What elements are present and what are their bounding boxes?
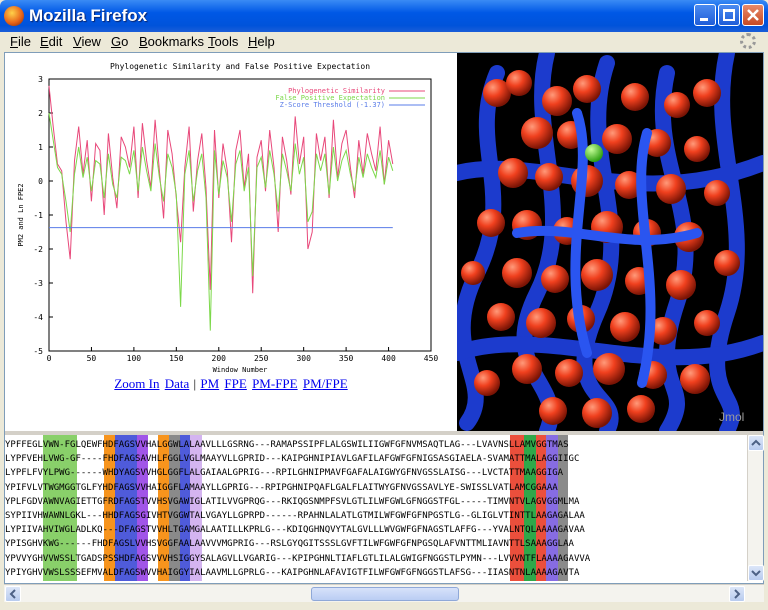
y-tick-label: -5 <box>33 347 43 356</box>
chart-title: Phylogenetic Similarity and False Positi… <box>110 62 370 71</box>
chevron-right-icon <box>734 589 741 599</box>
menu-bar: File Edit View Go Bookmarks Tools Help <box>4 32 764 52</box>
horizontal-scroll-thumb[interactable] <box>311 587 459 601</box>
scroll-left-button[interactable] <box>5 586 21 602</box>
x-tick-label: 150 <box>169 354 184 363</box>
firefox-icon <box>4 6 24 26</box>
menu-go[interactable]: Go <box>111 34 128 49</box>
pm-div-fpe-link[interactable]: PM/FPE <box>303 376 348 391</box>
throbber-icon <box>740 33 756 49</box>
alignment-row: LYPIIVAHVIWGLADLKQ---DFAGSTVVHLTGAMGALAA… <box>5 525 585 536</box>
menu-file[interactable]: File <box>10 34 31 49</box>
link-separator: | <box>193 376 197 391</box>
x-tick-label: 50 <box>87 354 97 363</box>
y-axis-label: PM2 and Ln FPE2 <box>17 183 25 246</box>
y-tick-label: -3 <box>33 279 43 288</box>
vertical-scrollbar[interactable] <box>747 435 764 581</box>
title-bar: Mozilla Firefox <box>0 0 768 32</box>
minimize-button[interactable] <box>694 4 716 26</box>
scroll-up-button[interactable] <box>748 435 764 451</box>
chevron-down-icon <box>751 570 761 577</box>
chart-links: Zoom In Data | PM FPE PM-FPE PM/FPE <box>5 376 457 392</box>
window-title: Mozilla Firefox <box>29 6 148 25</box>
menu-tools[interactable]: Tools <box>208 34 238 49</box>
x-tick-label: 250 <box>254 354 269 363</box>
x-axis-label: Window Number <box>213 366 268 374</box>
jmol-label: Jmol <box>719 410 744 424</box>
alignment-row: LYPFVEHLVWG-GF----FHDFAGSAVHLFGGLVGLMAAY… <box>5 454 580 465</box>
sequence-alignment: YPFFEGLVWN-FGLQEWFHDFAGSVVHALGGWLALAAVLL… <box>5 435 747 581</box>
x-tick-label: 350 <box>339 354 354 363</box>
similarity-chart: Phylogenetic Similarity and False Positi… <box>17 62 439 374</box>
y-tick-label: -2 <box>33 245 43 254</box>
chart-pane: Phylogenetic Similarity and False Positi… <box>5 53 457 431</box>
alignment-row: YPIFVLVTWGMGGTGLFYHDFAGSVVHAIGGFLAMAAYLL… <box>5 482 558 493</box>
legend-label: Z-Score Threshold (-1.37) <box>280 101 385 109</box>
alignment-row: YPVVYGHVVWSSLTGADSPSSHDFAGSVVVHSIGGYSALA… <box>5 553 591 564</box>
scroll-right-button[interactable] <box>729 586 745 602</box>
x-tick-label: 400 <box>381 354 396 363</box>
alignment-row: YPIYGHVVWSLSSSEFMVALDFAGSWVVHAIGGYIALAAV… <box>5 567 580 578</box>
scroll-down-button[interactable] <box>748 565 764 581</box>
maximize-button[interactable] <box>718 4 740 26</box>
horizontal-scrollbar[interactable] <box>4 584 764 602</box>
status-bar <box>0 602 768 610</box>
close-icon <box>747 9 759 21</box>
menu-help[interactable]: Help <box>248 34 275 49</box>
alignment-row: YPFFEGLVWN-FGLQEWFHDFAGSVVHALGGWLALAAVLL… <box>5 440 569 450</box>
x-tick-label: 200 <box>212 354 227 363</box>
alignment-row: SYPIIVHWAWNLGKL---HHDFAGSGIVHTVGGWTALVGA… <box>5 511 585 521</box>
menu-edit[interactable]: Edit <box>40 34 62 49</box>
y-tick-label: 2 <box>38 109 43 118</box>
chevron-up-icon <box>751 439 761 446</box>
y-tick-label: -1 <box>33 211 43 220</box>
menu-bookmarks[interactable]: Bookmarks <box>139 34 204 49</box>
x-tick-label: 450 <box>424 354 439 363</box>
alignment-row: LYPFLFVYLPWG------WHDYAGSVVHGLGGFLALGAIA… <box>5 468 564 479</box>
y-tick-label: -4 <box>33 313 43 322</box>
close-button[interactable] <box>742 4 764 26</box>
y-tick-label: 3 <box>38 75 43 84</box>
zoom-in-link[interactable]: Zoom In <box>114 376 159 391</box>
y-tick-label: 1 <box>38 143 43 152</box>
menu-view[interactable]: View <box>73 34 101 49</box>
x-tick-label: 300 <box>296 354 311 363</box>
alignment-row: YPLFGDVAWNVAGIETTGFRDFAGSTVVHSVGAWIGLATI… <box>5 496 580 507</box>
plot-area <box>48 78 432 352</box>
y-tick-label: 0 <box>38 177 43 186</box>
data-link[interactable]: Data <box>165 376 190 391</box>
pm-fpe-link[interactable]: PM-FPE <box>252 376 298 391</box>
chevron-left-icon <box>9 589 16 599</box>
fpe-link[interactable]: FPE <box>224 376 246 391</box>
x-tick-label: 0 <box>47 354 52 363</box>
content-frame: Phylogenetic Similarity and False Positi… <box>4 52 764 584</box>
jmol-viewer[interactable]: Jmol <box>457 53 763 431</box>
protein-structure-image: Jmol <box>457 53 763 431</box>
x-tick-label: 100 <box>127 354 142 363</box>
alignment-row: YPISGHVKWG------FHDFAGSLVVHSVGGFAALAAVVV… <box>5 539 574 550</box>
pm-link[interactable]: PM <box>200 376 219 391</box>
